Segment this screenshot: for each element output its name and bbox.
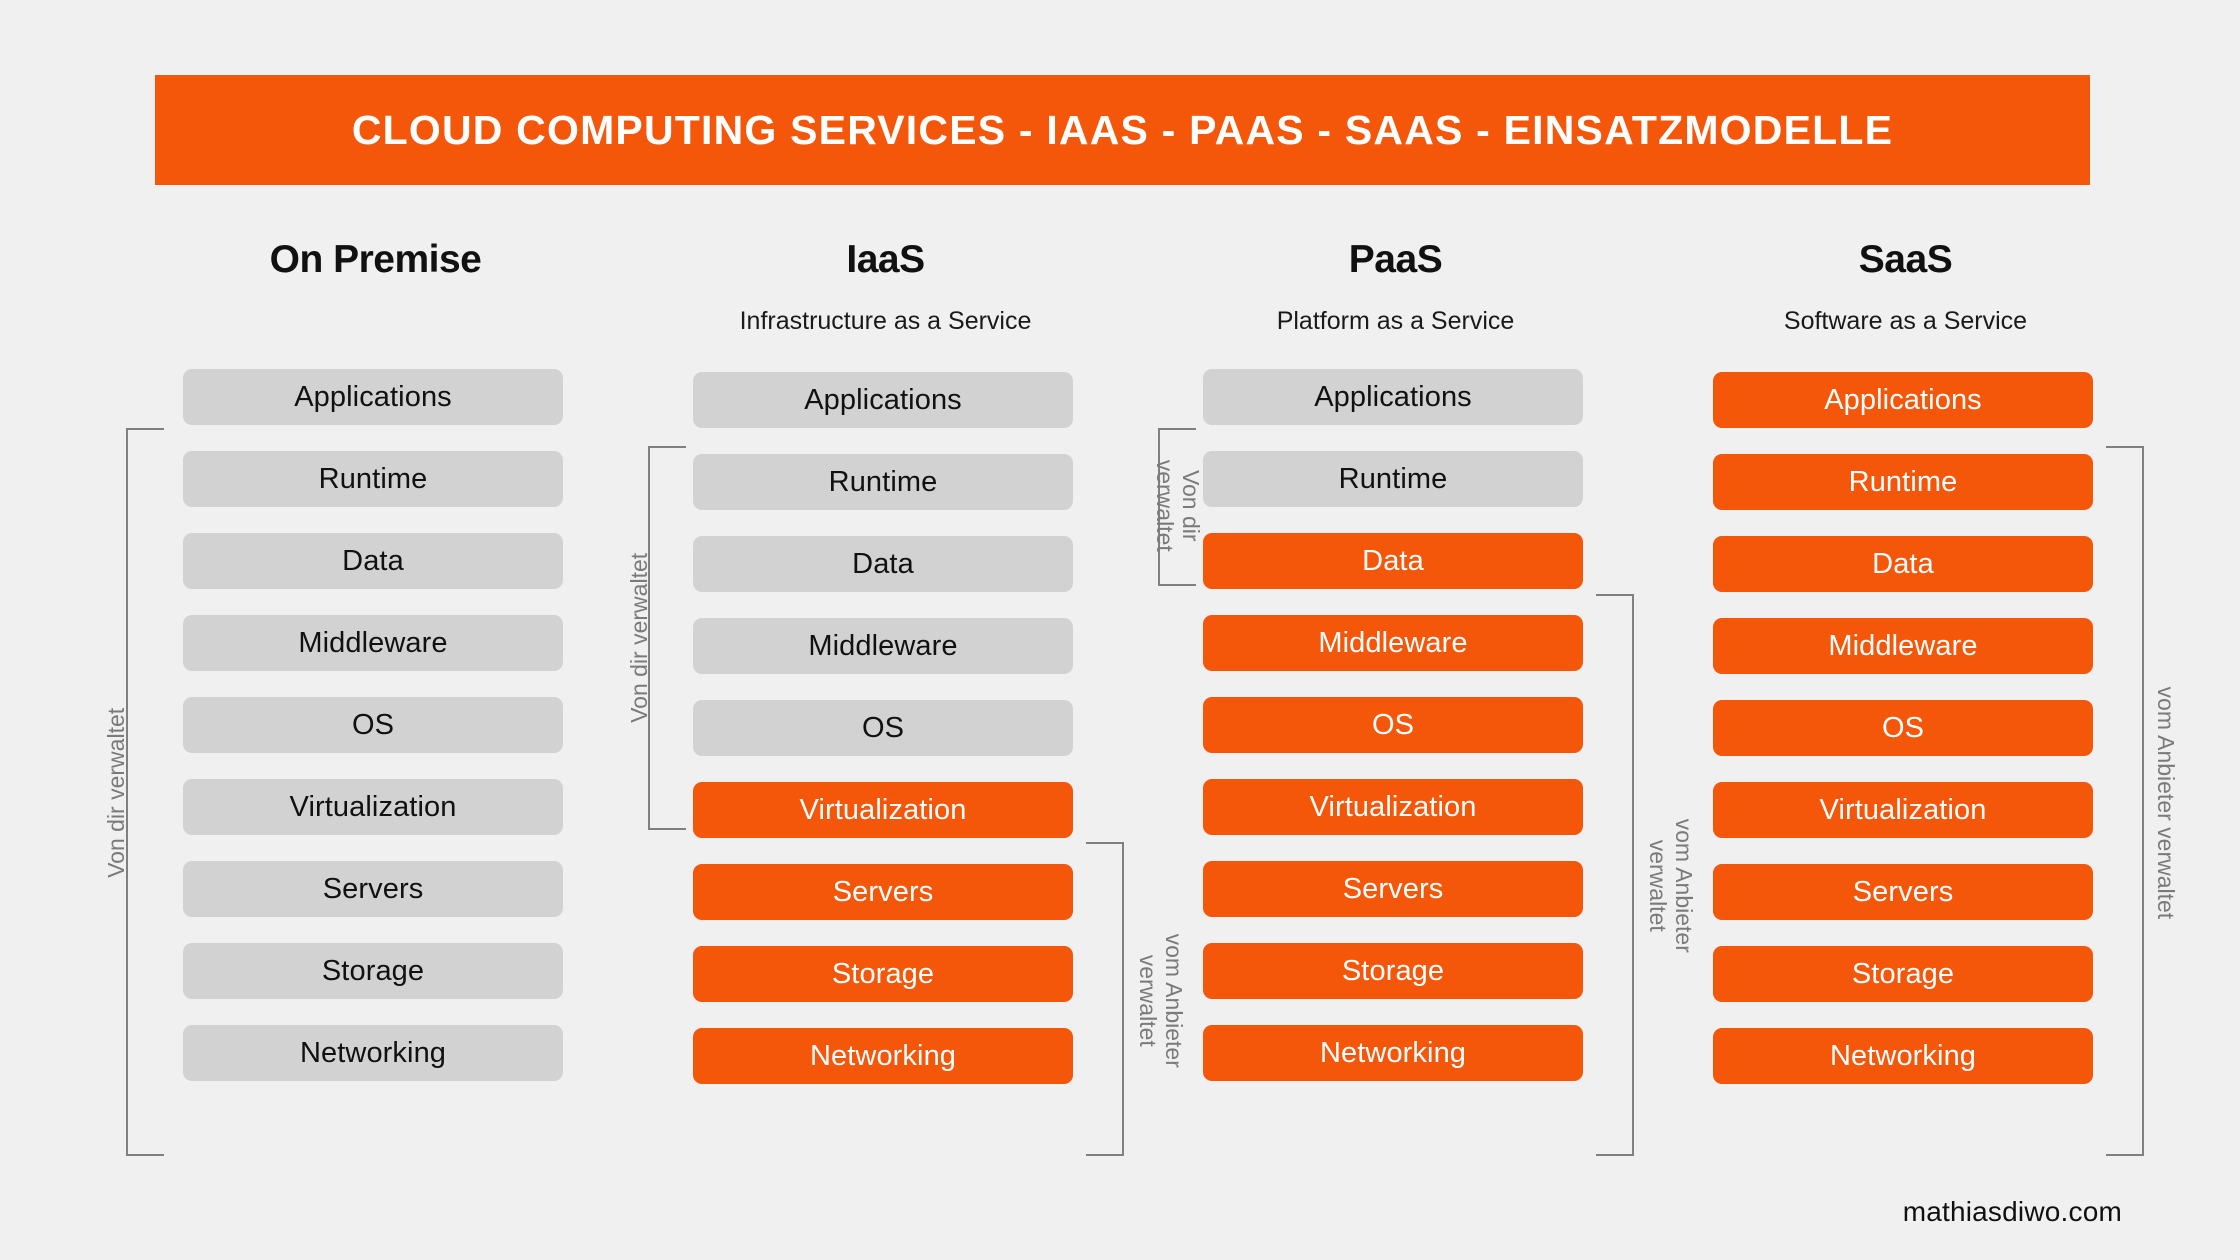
layer-bar[interactable]: OS: [1713, 700, 2093, 756]
layer-bar[interactable]: Middleware: [1203, 615, 1583, 671]
bracket-saas-provider: [2106, 446, 2144, 1156]
layer-bar[interactable]: Middleware: [183, 615, 563, 671]
layer-bar[interactable]: Networking: [183, 1025, 563, 1081]
bracket-label-line-1: vom Anbieter: [1670, 818, 1697, 953]
layer-stack-on-premise: Applications Runtime Data Middleware OS …: [183, 369, 568, 1107]
column-subtitle-saas: Software as a Service: [1783, 307, 2028, 335]
page-title: CLOUD COMPUTING SERVICES - IAAS - PAAS -…: [351, 106, 1894, 153]
title-banner: CLOUD COMPUTING SERVICES - IAAS - PAAS -…: [155, 75, 2090, 185]
bracket-label-line-2: verwaltet: [1135, 954, 1161, 1047]
layer-bar[interactable]: Data: [693, 536, 1073, 592]
bracket-label-on-premise-self: Von dir verwaltet: [103, 707, 130, 878]
bracket-label-line-1: Von dir: [1177, 469, 1204, 542]
layer-bar[interactable]: Networking: [1203, 1025, 1583, 1081]
layer-bar[interactable]: Runtime: [1713, 454, 2093, 510]
layer-bar[interactable]: Data: [183, 533, 563, 589]
layer-bar[interactable]: Runtime: [693, 454, 1073, 510]
column-saas: SaaS Software as a Service Applications …: [1713, 240, 2098, 1110]
layer-stack-iaas: Applications Runtime Data Middleware OS …: [693, 372, 1078, 1110]
layer-bar[interactable]: Runtime: [183, 451, 563, 507]
column-title-saas: SaaS: [1858, 238, 1953, 281]
column-title-paas: PaaS: [1348, 238, 1443, 281]
layer-bar[interactable]: Storage: [1713, 946, 2093, 1002]
bracket-label-line-1: vom Anbieter: [1160, 933, 1187, 1068]
layer-bar[interactable]: Data: [1713, 536, 2093, 592]
layer-bar[interactable]: OS: [693, 700, 1073, 756]
layer-bar[interactable]: Servers: [1713, 864, 2093, 920]
layer-bar[interactable]: OS: [1203, 697, 1583, 753]
layer-bar[interactable]: OS: [183, 697, 563, 753]
bracket-on-premise-self: [126, 428, 164, 1156]
layer-bar[interactable]: Applications: [1203, 369, 1583, 425]
layer-bar[interactable]: Middleware: [1713, 618, 2093, 674]
layer-bar[interactable]: Runtime: [1203, 451, 1583, 507]
column-subtitle-paas: Platform as a Service: [1276, 307, 1515, 335]
layer-bar[interactable]: Storage: [693, 946, 1073, 1002]
column-on-premise: On Premise Applications Runtime Data Mid…: [183, 240, 568, 1107]
column-paas: PaaS Platform as a Service Applications …: [1203, 240, 1588, 1107]
layer-bar[interactable]: Applications: [693, 372, 1073, 428]
layer-bar[interactable]: Networking: [693, 1028, 1073, 1084]
bracket-label-iaas-self: Von dir verwaltet: [626, 552, 653, 723]
layer-bar[interactable]: Servers: [693, 864, 1073, 920]
layer-bar[interactable]: Servers: [1203, 861, 1583, 917]
bracket-paas-provider: [1596, 594, 1634, 1156]
layer-bar[interactable]: Virtualization: [1203, 779, 1583, 835]
column-title-on-premise: On Premise: [269, 238, 482, 281]
layer-bar[interactable]: Data: [1203, 533, 1583, 589]
layer-bar[interactable]: Virtualization: [693, 782, 1073, 838]
column-subtitle-iaas: Infrastructure as a Service: [739, 307, 1032, 335]
footer-credit: mathiasdiwo.com: [1902, 1196, 2122, 1227]
bracket-label-saas-provider: vom Anbieter verwaltet: [2152, 686, 2179, 920]
bracket-label-iaas-provider: vom Anbieter verwaltet: [1134, 901, 1187, 1101]
layer-bar[interactable]: Applications: [183, 369, 563, 425]
bracket-label-paas-provider: vom Anbieter verwaltet: [1644, 786, 1697, 986]
layer-bar[interactable]: Storage: [1203, 943, 1583, 999]
layer-bar[interactable]: Virtualization: [183, 779, 563, 835]
column-iaas: IaaS Infrastructure as a Service Applica…: [693, 240, 1078, 1110]
diagram-canvas: CLOUD COMPUTING SERVICES - IAAS - PAAS -…: [0, 0, 2240, 1260]
layer-bar[interactable]: Networking: [1713, 1028, 2093, 1084]
bracket-iaas-provider: [1086, 842, 1124, 1156]
bracket-label-line-2: verwaltet: [1645, 839, 1671, 932]
layer-bar[interactable]: Virtualization: [1713, 782, 2093, 838]
layer-bar[interactable]: Middleware: [693, 618, 1073, 674]
layer-bar[interactable]: Applications: [1713, 372, 2093, 428]
layer-stack-paas: Applications Runtime Data Middleware OS …: [1203, 369, 1588, 1107]
bracket-label-paas-self: Von dir verwaltet: [1151, 421, 1204, 591]
bracket-iaas-self: [648, 446, 686, 830]
column-title-iaas: IaaS: [846, 238, 925, 281]
layer-bar[interactable]: Storage: [183, 943, 563, 999]
layer-stack-saas: Applications Runtime Data Middleware OS …: [1713, 372, 2098, 1110]
layer-bar[interactable]: Servers: [183, 861, 563, 917]
bracket-label-line-2: verwaltet: [1152, 459, 1178, 552]
